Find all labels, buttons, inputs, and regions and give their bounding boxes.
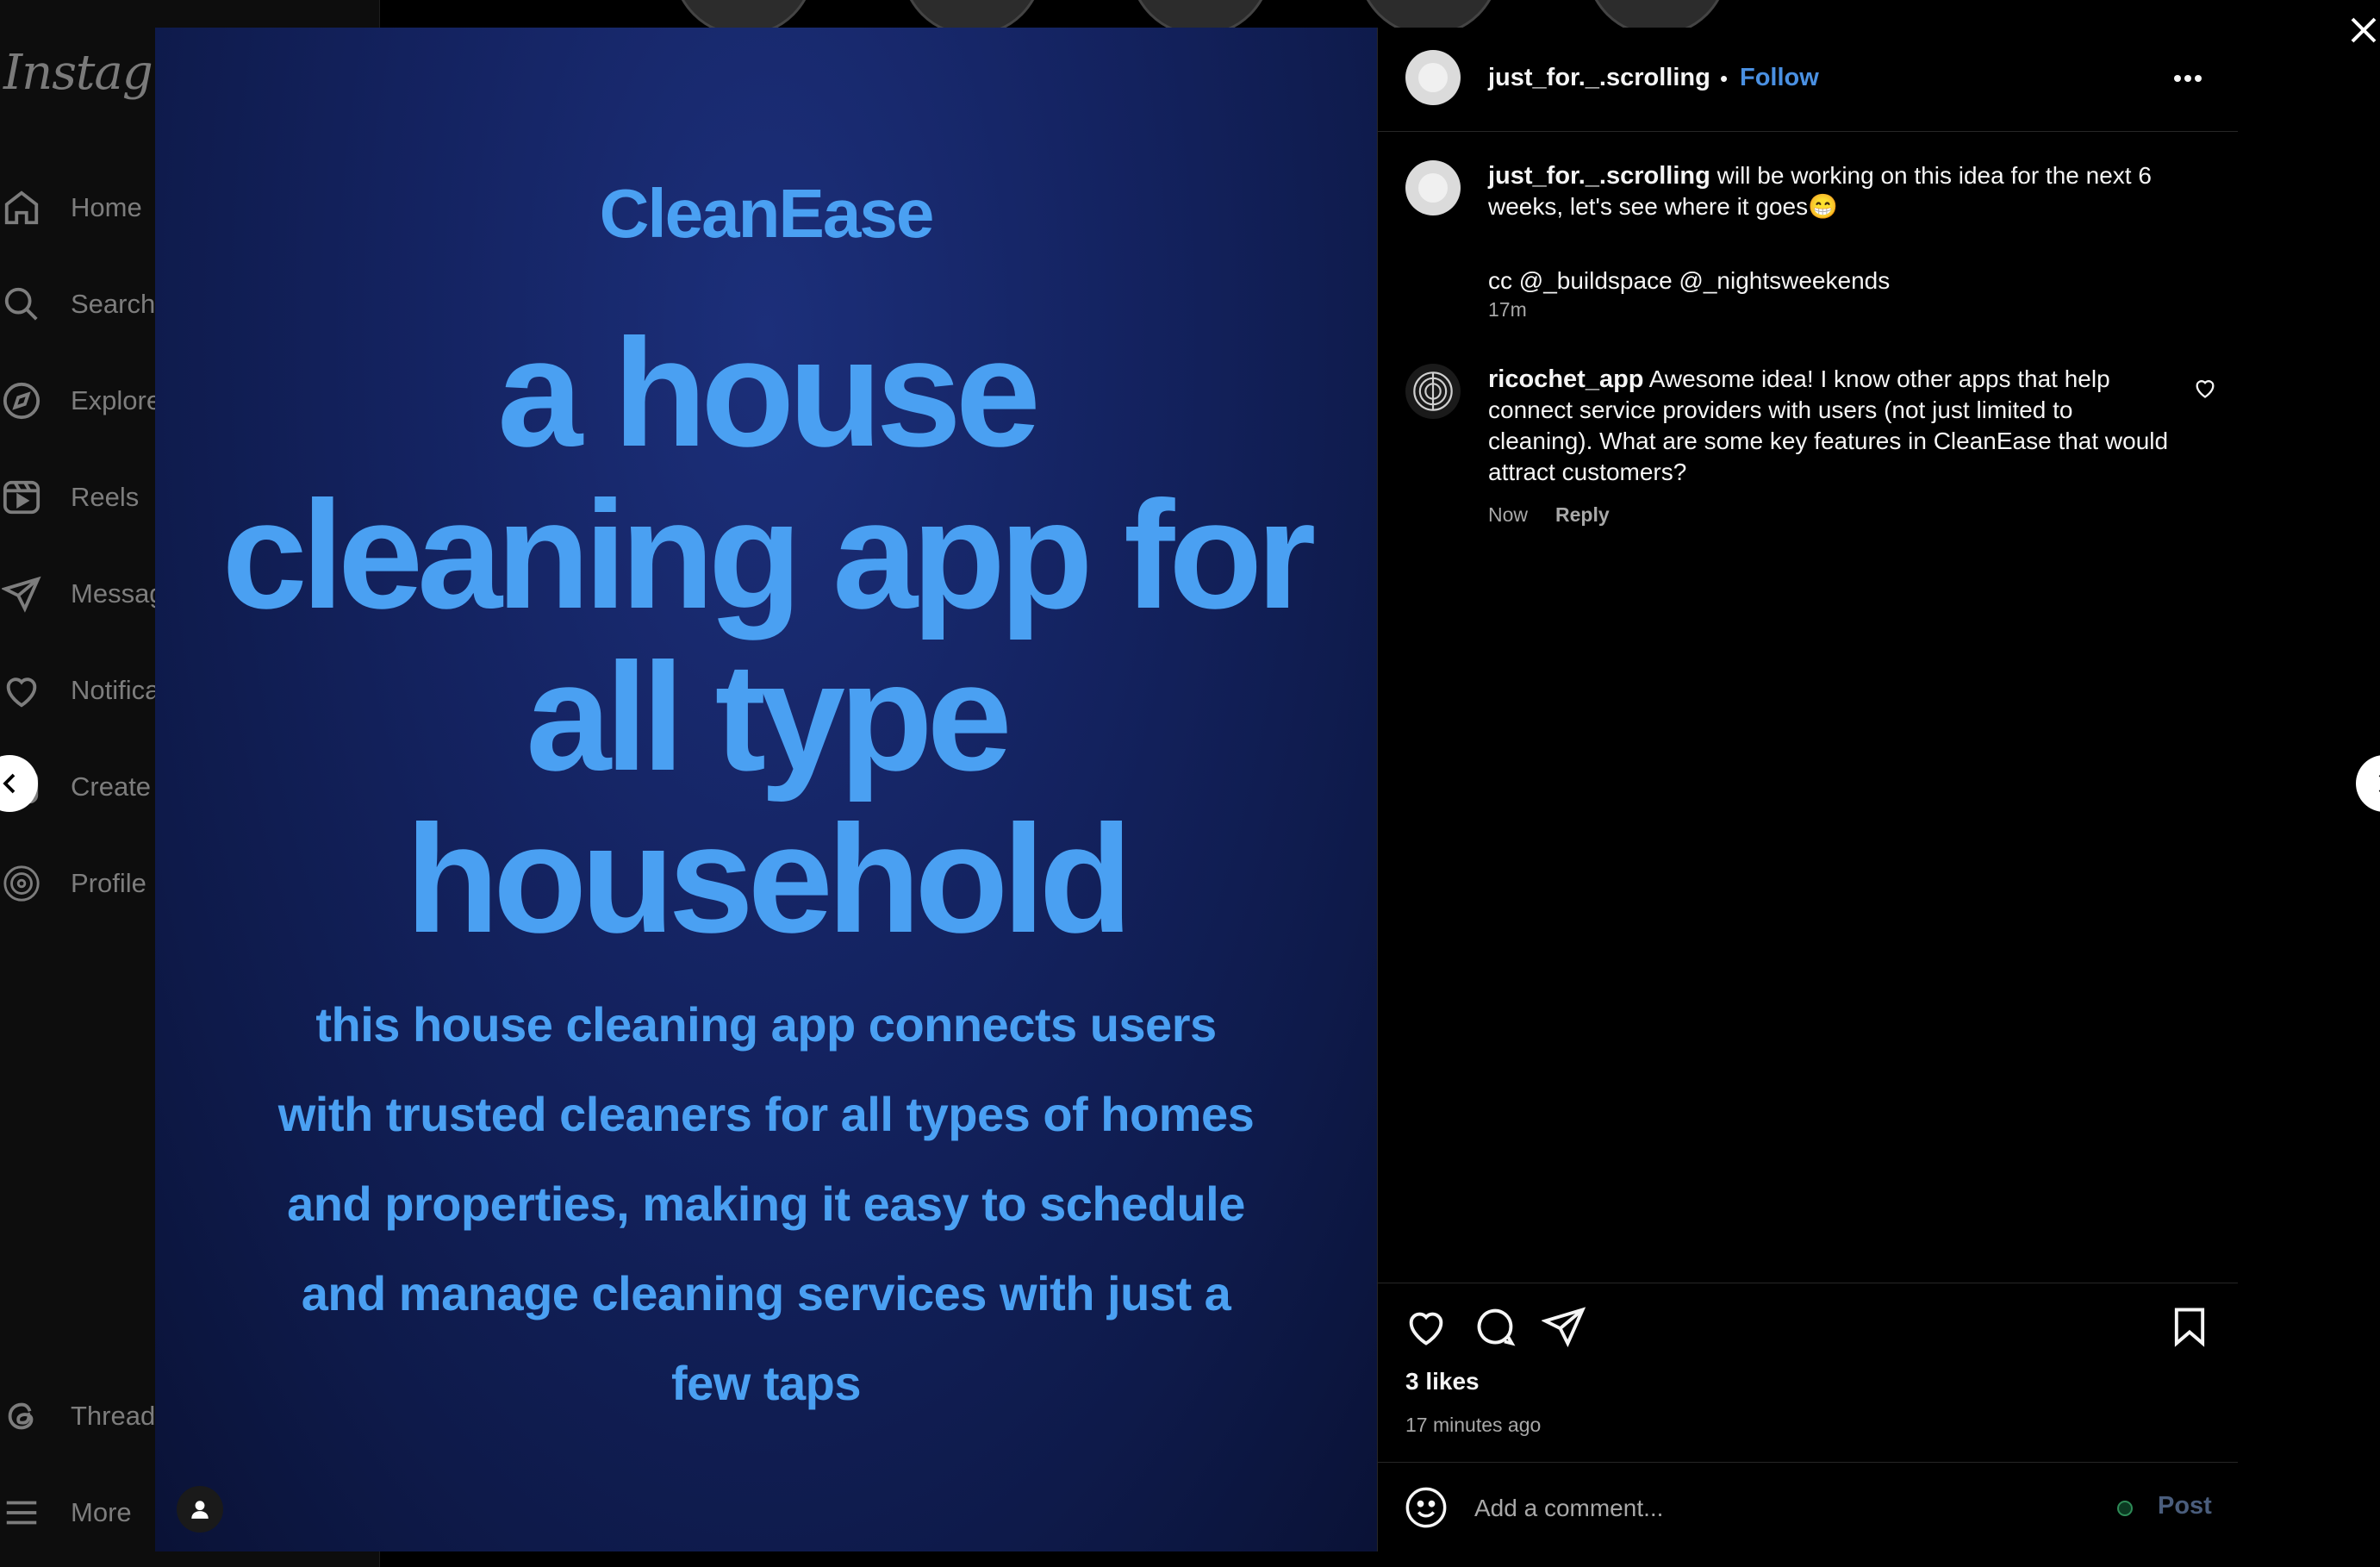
- caption-username[interactable]: just_for._.scrolling: [1488, 162, 1710, 190]
- header-separator: •: [1720, 66, 1729, 91]
- post-actions: 3 likes: [1378, 1283, 2238, 1413]
- sidebar-item-search[interactable]: Search: [0, 283, 155, 326]
- caption-cc: cc @_buildspace @_nightsweekends: [1488, 267, 1891, 294]
- sidebar-item-threads[interactable]: Threads: [0, 1395, 169, 1438]
- profile-avatar-icon: [0, 862, 43, 905]
- reels-icon: [0, 476, 43, 519]
- next-arrow-icon[interactable]: [2356, 755, 2380, 812]
- comment-username[interactable]: ricochet_app: [1488, 365, 1644, 393]
- tagged-people-button[interactable]: [177, 1486, 223, 1533]
- comment-bar: Post: [1378, 1462, 2238, 1552]
- comment-reply-button[interactable]: Reply: [1555, 503, 1610, 527]
- comment-like-icon[interactable]: [2193, 376, 2219, 402]
- comment: ricochet_app Awesome idea! I know other …: [1488, 364, 2178, 488]
- sidebar-item-reels[interactable]: Reels: [0, 476, 139, 519]
- caption-time[interactable]: 17m: [1488, 298, 1527, 322]
- more-options-icon[interactable]: [2171, 66, 2205, 91]
- hamburger-menu-icon: [0, 1491, 43, 1534]
- comment-time: Now: [1488, 503, 1529, 526]
- sidebar-item-label: Reels: [71, 482, 140, 512]
- caption: just_for._.scrolling will be working on …: [1488, 160, 2195, 222]
- share-icon[interactable]: [1541, 1304, 1586, 1349]
- sidebar-item-label: Search: [71, 289, 156, 319]
- emoji-icon[interactable]: [1404, 1485, 1449, 1530]
- post-timestamp: 17 minutes ago: [1405, 1414, 1542, 1436]
- sidebar-item-label: More: [71, 1497, 132, 1527]
- sidebar-item-home[interactable]: Home: [0, 186, 142, 229]
- likes-count[interactable]: 3 likes: [1405, 1368, 1480, 1395]
- sidebar-item-explore[interactable]: Explore: [0, 379, 161, 422]
- grammar-indicator-icon: [2117, 1501, 2133, 1516]
- close-icon[interactable]: [2346, 12, 2380, 47]
- heart-icon: [0, 669, 43, 712]
- author-username[interactable]: just_for._.scrolling: [1488, 64, 1710, 92]
- post-details-panel: just_for._.scrolling • Follow just_for._…: [1377, 28, 2238, 1551]
- sidebar-item-label: Profile: [71, 868, 146, 898]
- home-icon: [0, 186, 43, 229]
- post-image-brand: CleanEase: [599, 175, 935, 252]
- caption-author-avatar[interactable]: [1405, 160, 1461, 215]
- post-image-headline: a house cleaning app for all type househ…: [221, 307, 1317, 965]
- paper-plane-icon: [0, 572, 43, 615]
- save-bookmark-icon[interactable]: [2167, 1304, 2212, 1349]
- post-image[interactable]: CleanEase a house cleaning app for all t…: [155, 28, 1377, 1551]
- sidebar-item-label: Home: [71, 192, 142, 222]
- follow-button[interactable]: Follow: [1740, 64, 1819, 92]
- sidebar-item-label: Explore: [71, 385, 162, 415]
- threads-icon: [0, 1395, 43, 1438]
- like-icon[interactable]: [1404, 1304, 1449, 1349]
- person-icon: [191, 1501, 209, 1519]
- sidebar-item-label: Threads: [71, 1401, 169, 1431]
- sidebar-item-profile[interactable]: Profile: [0, 862, 146, 905]
- post-header: just_for._.scrolling • Follow: [1378, 28, 2238, 132]
- post-comment-button[interactable]: Post: [2158, 1492, 2212, 1520]
- ricochet-logo-icon: [1413, 371, 1453, 411]
- author-avatar[interactable]: [1405, 50, 1461, 105]
- comment-icon[interactable]: [1473, 1304, 1517, 1349]
- compass-icon: [0, 379, 43, 422]
- comment-input[interactable]: [1473, 1489, 2062, 1528]
- post-image-body: this house cleaning app connects users w…: [277, 997, 1255, 1410]
- commenter-avatar[interactable]: [1405, 364, 1461, 419]
- sidebar-item-label: Create: [71, 771, 152, 802]
- sidebar-item-more[interactable]: More: [0, 1491, 132, 1534]
- search-icon: [0, 283, 43, 326]
